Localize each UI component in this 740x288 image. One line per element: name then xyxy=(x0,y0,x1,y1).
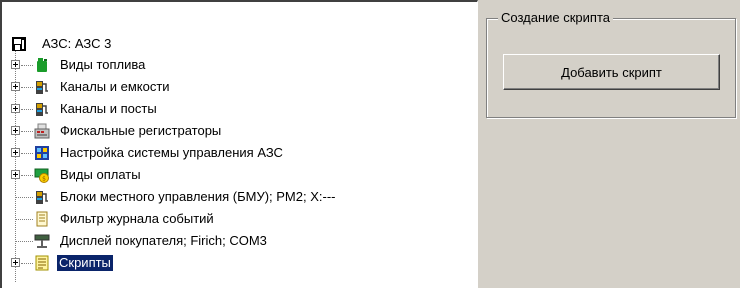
expand-icon[interactable] xyxy=(11,82,20,91)
tree-branch-line xyxy=(21,263,33,264)
expand-icon[interactable] xyxy=(11,170,20,179)
expand-icon[interactable] xyxy=(11,148,20,157)
fuel-dispenser-icon xyxy=(34,189,50,205)
tree-branch-line xyxy=(16,197,33,198)
add-script-button[interactable]: Добавить скрипт xyxy=(503,54,720,90)
expand-icon[interactable] xyxy=(11,258,20,267)
cash-register-icon xyxy=(34,123,50,139)
control-panel-icon xyxy=(34,145,50,161)
expand-icon[interactable] xyxy=(11,60,20,69)
fuel-canister-icon xyxy=(34,57,50,73)
tree-branch-line xyxy=(21,65,33,66)
journal-filter-icon xyxy=(34,211,50,227)
tree-item-label[interactable]: Фильтр журнала событий xyxy=(58,211,216,227)
tree-root-label[interactable]: АЗС: АЗС 3 xyxy=(40,36,113,52)
tree-item-label[interactable]: Настройка системы управления АЗС xyxy=(58,145,285,161)
tree-item-label[interactable]: Виды топлива xyxy=(58,57,147,73)
tree-branch-line xyxy=(21,87,33,88)
tree-branch-line xyxy=(21,109,33,110)
fuel-dispenser-icon xyxy=(34,101,50,117)
tree-item-label[interactable]: Каналы и посты xyxy=(58,101,159,117)
tree-branch-line xyxy=(21,131,33,132)
svg-text:$: $ xyxy=(42,176,46,183)
tree-branch-line xyxy=(16,241,33,242)
tree-item-label[interactable]: Каналы и емкости xyxy=(58,79,172,95)
expand-icon[interactable] xyxy=(11,126,20,135)
scripts-icon xyxy=(34,255,50,271)
gas-station-icon xyxy=(11,36,27,52)
tree-item-label[interactable]: Виды оплаты xyxy=(58,167,143,183)
tree-item-label[interactable]: Дисплей покупателя; Firich; COM3 xyxy=(58,233,269,249)
tree-branch-line xyxy=(21,175,33,176)
tree-branch-line xyxy=(21,153,33,154)
tree-item-label[interactable]: Фискальные регистраторы xyxy=(58,123,223,139)
script-creation-group-title: Создание скрипта xyxy=(498,10,614,26)
customer-display-icon xyxy=(34,233,50,249)
tree-branch-line xyxy=(16,219,33,220)
expand-icon[interactable] xyxy=(11,104,20,113)
tree-item-label[interactable]: Блоки местного управления (БМУ); PM2; X:… xyxy=(58,189,337,205)
fuel-dispenser-icon xyxy=(34,79,50,95)
payment-icon: $ xyxy=(34,167,50,183)
tree-item-label[interactable]: Скрипты xyxy=(57,255,113,271)
tree-view[interactable]: АЗС: АЗС 3 Виды топлива Каналы и емкости… xyxy=(0,0,478,288)
